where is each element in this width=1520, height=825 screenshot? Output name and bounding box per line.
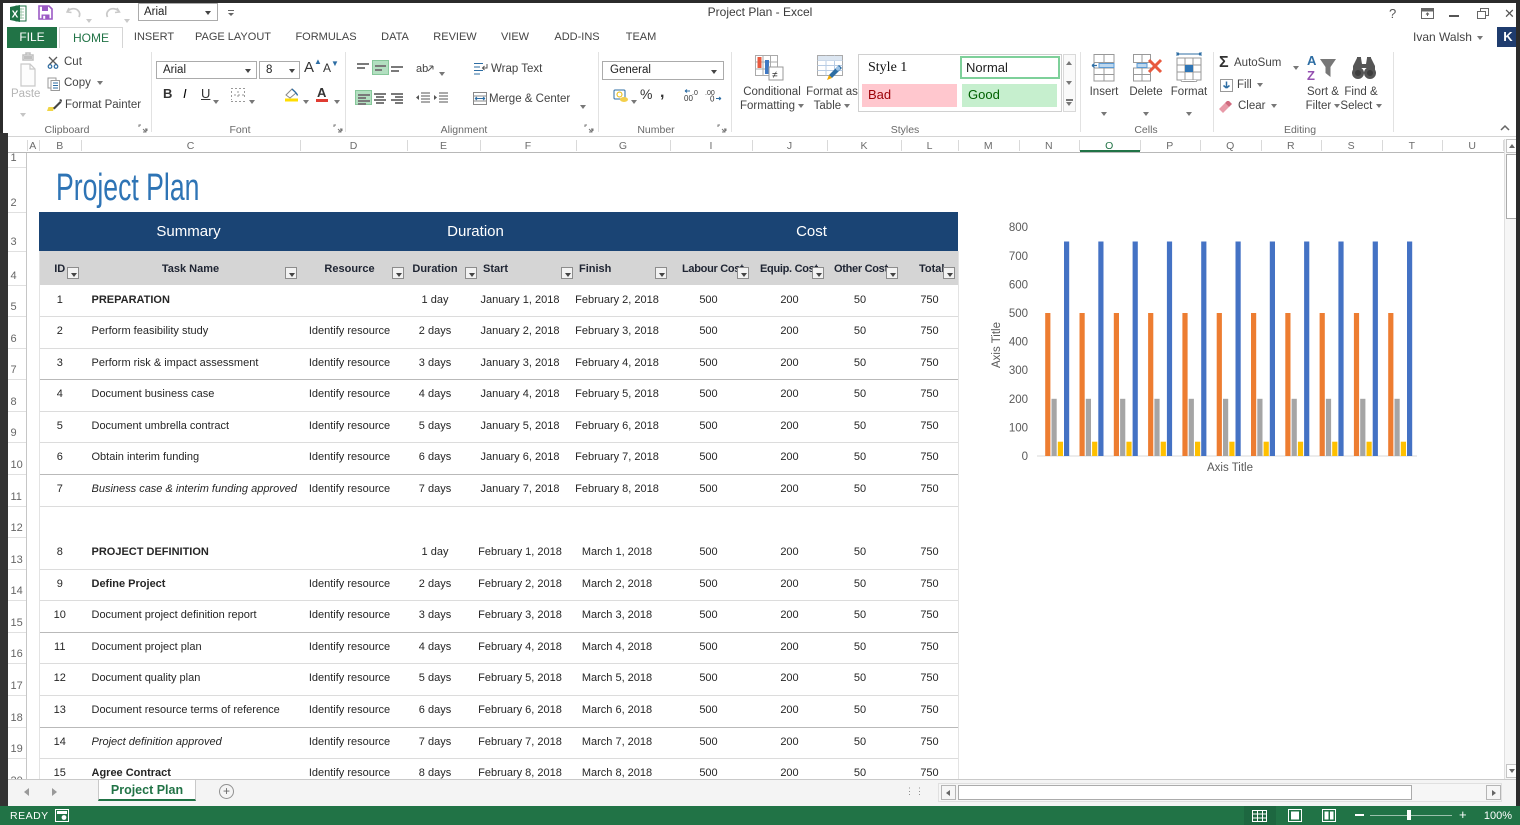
svg-text:0: 0 bbox=[710, 95, 715, 103]
svg-text:Z: Z bbox=[1307, 68, 1315, 83]
svg-text:X: X bbox=[12, 10, 19, 21]
svg-text:700: 700 bbox=[1009, 251, 1028, 263]
svg-text:Axis Title: Axis Title bbox=[991, 322, 1003, 368]
svg-text:.0: .0 bbox=[692, 90, 698, 97]
svg-text:A: A bbox=[1307, 53, 1317, 68]
svg-text:100: 100 bbox=[1009, 422, 1028, 434]
svg-text:ab: ab bbox=[416, 63, 428, 75]
svg-text:600: 600 bbox=[1009, 279, 1028, 291]
svg-text:500: 500 bbox=[1009, 308, 1028, 320]
svg-text:800: 800 bbox=[1009, 222, 1028, 234]
svg-text:Axis Title: Axis Title bbox=[1207, 462, 1253, 474]
svg-text:0: 0 bbox=[1022, 451, 1028, 463]
svg-text:≠: ≠ bbox=[772, 70, 778, 81]
svg-text:200: 200 bbox=[1009, 394, 1028, 406]
svg-text:300: 300 bbox=[1009, 365, 1028, 377]
svg-text:400: 400 bbox=[1009, 337, 1028, 349]
